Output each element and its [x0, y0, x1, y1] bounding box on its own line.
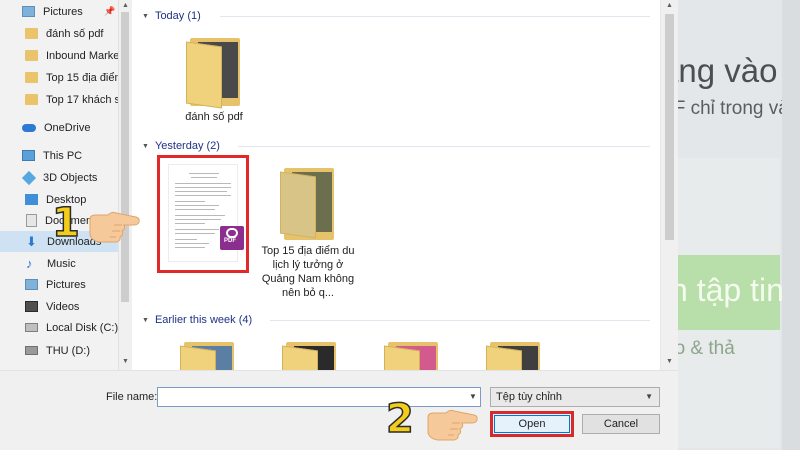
group-divider — [220, 16, 650, 17]
nav-item-label: Videos — [46, 300, 80, 313]
file-item-folder-4[interactable] — [464, 342, 564, 370]
nav-item-label: Top 17 khách sạ — [46, 93, 118, 106]
dialog-footer: File name: ▼ Tệp tùy chỉnh ▼ Open Cancel — [0, 370, 678, 450]
nav-item-label: Local Disk (C:) — [46, 321, 118, 334]
file-item-label: đánh số pdf — [185, 111, 243, 123]
group-header-label: Earlier this week (4) — [154, 314, 253, 326]
nav-item-label: 3D Objects — [43, 171, 98, 184]
pointing-hand-icon — [427, 409, 478, 441]
nav-item-this-pc[interactable]: This PC — [0, 145, 118, 166]
background-subtext: DF chỉ trong vài — [678, 98, 794, 119]
file-item-top-15-folder[interactable]: Top 15 địa điểm du lịch lý tưởng ở Quảng… — [256, 168, 360, 300]
3d-objects-icon — [21, 170, 37, 185]
documents-icon — [26, 214, 37, 227]
file-item-folder-3[interactable] — [362, 342, 462, 370]
background-drag-text: eo & thả — [678, 338, 735, 359]
usb-drive-icon — [25, 346, 38, 355]
pointing-hand-icon — [89, 211, 140, 243]
nav-item-onedrive[interactable]: OneDrive — [0, 117, 118, 138]
pin-icon: 📌 — [104, 6, 116, 16]
foxit-pdf-icon: PDF — [220, 226, 244, 250]
scroll-down-arrow-icon[interactable]: ▼ — [666, 358, 673, 365]
nav-item-label: This PC — [43, 149, 83, 162]
nav-item-danh-so-pdf[interactable]: đánh số pdf — [0, 23, 118, 44]
pictures-icon — [25, 279, 38, 290]
group-divider — [238, 146, 650, 147]
collapse-chevron-icon: ▼ — [142, 316, 149, 324]
nav-item-local-disk[interactable]: Local Disk (C:) — [0, 317, 118, 338]
group-header-earlier-this-week[interactable]: ▼ Earlier this week (4) — [142, 312, 652, 328]
music-icon: ♪ — [26, 256, 33, 271]
nav-item-pictures-quick[interactable]: Pictures 📌 — [0, 1, 118, 22]
file-list-scrollbar[interactable]: ▲ ▼ — [660, 0, 678, 370]
videos-icon — [25, 301, 38, 312]
desktop-icon — [25, 194, 38, 205]
folder-icon — [25, 50, 38, 61]
file-type-filter-value: Tệp tùy chỉnh — [496, 391, 563, 403]
navigation-scrollbar-thumb[interactable] — [121, 12, 129, 302]
step-number-2: 2 — [385, 395, 414, 443]
file-item-folder-2[interactable] — [260, 342, 360, 370]
nav-item-label: đánh số pdf — [46, 27, 104, 40]
folder-icon — [278, 168, 338, 240]
background-page-scrollbar — [782, 0, 800, 450]
cancel-button[interactable]: Cancel — [582, 414, 660, 434]
scroll-up-arrow-icon[interactable]: ▲ — [666, 2, 673, 9]
background-choose-file-button: n tập tin — [678, 255, 784, 330]
background-web-page: ang vào P DF chỉ trong vài n tập tin eo … — [678, 0, 800, 450]
local-disk-icon — [25, 323, 38, 332]
navigation-scrollbar[interactable]: ▲ ▼ — [118, 0, 131, 370]
open-button-label: Open — [494, 415, 570, 433]
scroll-down-arrow-icon[interactable]: ▼ — [122, 358, 129, 365]
folder-icon — [25, 94, 38, 105]
folder-icon — [382, 342, 442, 370]
nav-item-top-15[interactable]: Top 15 địa điểm — [0, 67, 118, 88]
nav-item-label: Inbound Marke — [46, 49, 118, 62]
nav-item-label: Pictures — [43, 5, 83, 18]
nav-item-videos[interactable]: Videos — [0, 296, 118, 317]
nav-item-label: THU (D:) — [46, 344, 90, 357]
downloads-icon: ⬇ — [26, 234, 37, 249]
group-divider — [270, 320, 650, 321]
group-header-today[interactable]: ▼ Today (1) — [142, 8, 652, 24]
nav-item-label: OneDrive — [44, 121, 91, 134]
background-choose-file-label: n tập tin — [678, 272, 784, 308]
scroll-up-arrow-icon[interactable]: ▲ — [122, 2, 129, 9]
folder-icon — [280, 342, 340, 370]
nav-item-3d-objects[interactable]: 3D Objects — [0, 167, 118, 188]
nav-item-label: Music — [47, 257, 76, 270]
folder-icon — [178, 342, 238, 370]
nav-item-music[interactable]: ♪ Music — [0, 253, 118, 274]
folder-icon — [484, 342, 544, 370]
file-item-danh-so-pdf-folder[interactable]: đánh số pdf — [164, 38, 264, 124]
file-item-label: Top 15 địa điểm du lịch lý tưởng ở Quảng… — [261, 245, 355, 299]
file-name-label: File name: — [106, 391, 158, 403]
group-header-label: Yesterday (2) — [154, 140, 220, 152]
file-type-filter-select[interactable]: Tệp tùy chỉnh ▼ — [490, 387, 660, 407]
group-header-yesterday[interactable]: ▼ Yesterday (2) — [142, 138, 652, 154]
collapse-chevron-icon: ▼ — [142, 142, 149, 150]
nav-item-pictures[interactable]: Pictures — [0, 274, 118, 295]
group-header-label: Today (1) — [154, 10, 201, 22]
file-list-scrollbar-thumb[interactable] — [665, 14, 674, 240]
folder-icon — [184, 38, 244, 109]
step-number-1: 1 — [51, 199, 80, 247]
pictures-icon — [22, 6, 35, 17]
file-item-pdf-selected[interactable]: PDF — [157, 155, 249, 273]
nav-item-label: Pictures — [46, 278, 86, 291]
nav-item-thu-drive[interactable]: THU (D:) — [0, 340, 118, 361]
folder-icon — [25, 28, 38, 39]
this-pc-icon — [22, 150, 35, 161]
nav-item-top-17[interactable]: Top 17 khách sạ — [0, 89, 118, 110]
file-item-folder-1[interactable] — [158, 342, 258, 370]
file-list-pane: ▼ Today (1) đánh số pdf ▼ Yesterday (2) — [132, 0, 660, 370]
chevron-down-icon: ▼ — [645, 392, 653, 401]
open-button[interactable]: Open — [490, 411, 574, 437]
nav-item-label: Top 15 địa điểm — [46, 71, 118, 84]
onedrive-icon — [22, 123, 36, 132]
navigation-pane: Pictures 📌 đánh số pdf Inbound Marke Top… — [0, 0, 118, 370]
folder-icon — [25, 72, 38, 83]
collapse-chevron-icon: ▼ — [142, 12, 149, 20]
nav-item-inbound-marketing[interactable]: Inbound Marke — [0, 45, 118, 66]
